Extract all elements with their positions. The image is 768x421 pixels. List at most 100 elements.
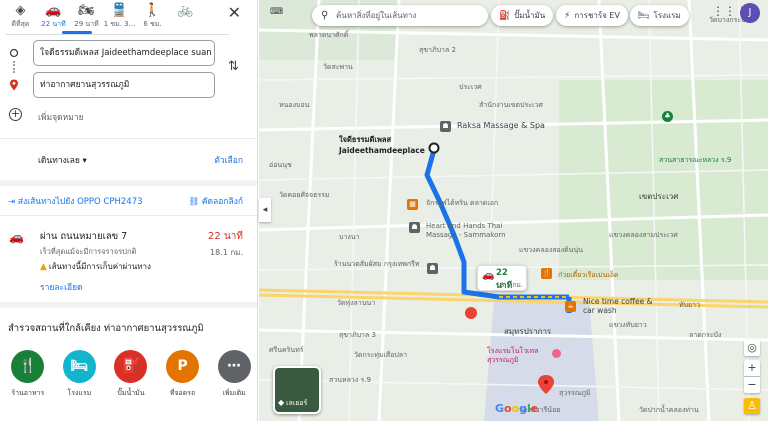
category-label: ร้านอาหาร (11, 389, 45, 397)
mode-label: ดีที่สุด (11, 20, 30, 28)
cafe-icon[interactable]: ☕ (565, 301, 576, 312)
route-via: ผ่าน ถนนหมายเลข 7 (40, 231, 128, 242)
layers-button[interactable]: ◆ เลเยอร์ (273, 366, 321, 414)
park-label: สวนสาธารณะหลวง ร.9 (659, 156, 732, 164)
chip-hotel[interactable]: 🛏 โรงแรม (630, 5, 689, 26)
mode-transit[interactable]: 🚆 1 ชม. 3... (103, 3, 136, 30)
mode-motorcycle[interactable]: 🏍 29 นาที (70, 3, 103, 30)
zoom-in-button[interactable]: + (744, 360, 760, 376)
poi-label[interactable]: ก๋วยเตี๋ยวเรือเม่นเอ็ด (558, 270, 619, 281)
minus-icon: − (747, 378, 757, 391)
route-card[interactable]: 🚗 ผ่าน ถนนหมายเลข 7 22 นาที เร็วที่สุดแม… (0, 224, 257, 296)
car-icon: 🚗 (9, 230, 24, 244)
poi-label[interactable]: จักรไฟได้หริน ตลาดเอก (426, 198, 498, 209)
pegman-icon: ♙ (747, 399, 757, 412)
chip-label: การชาร์จ EV (574, 11, 620, 20)
divider (0, 138, 257, 139)
directions-icon: ◈ (15, 3, 26, 18)
hotel-icon: 🛏 (638, 11, 650, 21)
shop-icon[interactable]: ▦ (407, 199, 418, 210)
destination-input[interactable]: ท่าอากาศยานสุวรรณภูมิ (33, 72, 215, 98)
mode-walk[interactable]: 🚶 6 ชม. (136, 3, 169, 30)
route-details-link[interactable]: รายละเอียด (40, 280, 83, 294)
route-duration-callout[interactable]: 🚗 22 นาที 18.1 กม. (477, 265, 527, 291)
zoom-out-button[interactable]: − (744, 377, 760, 393)
poi-heart-and-hands[interactable]: Heart and Hands Thai Massage - Sammakorn (426, 222, 516, 240)
temple-label: วัดกระทุ่มเสือปลา (354, 351, 407, 359)
plus-icon: + (9, 107, 22, 121)
map-canvas[interactable]: 🚗 22 นาที 18.1 กม. ใจดีธรรมดีเพลส Jaideet… (259, 0, 768, 421)
close-icon[interactable]: ✕ (228, 3, 241, 22)
area-label: บางนา (339, 233, 360, 241)
mode-bicycle[interactable]: 🚲 (169, 3, 202, 19)
park-icon[interactable]: ♣ (662, 111, 673, 122)
chip-label: โรงแรม (653, 11, 681, 20)
poi-raksa-massage[interactable]: Raksa Massage & Spa (457, 121, 545, 130)
travel-mode-bar: ◈ ดีที่สุด 🚗 22 นาที 🏍 29 นาที 🚆 1 ชม. 3… (0, 0, 257, 34)
options-link[interactable]: ตัวเลือก (214, 153, 243, 167)
avatar[interactable]: J (740, 3, 760, 23)
my-location-button[interactable]: ◎ (744, 340, 760, 356)
nearby-categories: 🍴 ร้านอาหาร 🛏 โรงแรม ⛽ ปั๊มน้ำมัน P ที่จ… (0, 350, 257, 420)
car-icon: 🚗 (45, 3, 62, 18)
walk-icon: 🚶 (144, 3, 161, 18)
depart-now-dropdown[interactable]: เดินทางเลย ▾ (38, 153, 87, 167)
category-gas-station[interactable]: ⛽ ปั๊มน้ำมัน (107, 350, 155, 420)
area-label: สำนักงานเขตประเวศ (479, 101, 543, 109)
area-label: แขวงคลองสองต้นนุ่น (519, 246, 584, 254)
car-icon: 🚗 (482, 270, 495, 281)
chip-ev-charging[interactable]: ⚡ การชาร์จ EV (556, 5, 628, 26)
spa-icon[interactable]: ☗ (409, 222, 420, 233)
transit-icon: 🚆 (111, 3, 128, 18)
copy-link-button[interactable]: ⛓ คัดลอกลิงก์ (188, 194, 243, 208)
send-to-device-link[interactable]: ⇥ ส่งเส้นทางไปยัง OPPO CPH2473 (8, 194, 143, 208)
send-row: ⇥ ส่งเส้นทางไปยัง OPPO CPH2473 ⛓ คัดลอกล… (0, 193, 257, 209)
temple-label: วัดทุ่งลานนา (337, 299, 376, 307)
route-subtitle: เร็วที่สุดแม้จะมีการจราจรปกติ (40, 247, 137, 256)
street-view-pegman[interactable]: ♙ (744, 398, 760, 414)
category-parking[interactable]: P ที่จอดรถ (159, 350, 207, 420)
area-label: ทับยาว (679, 301, 701, 309)
origin-map-label-text: Jaideethamdeeplace (339, 146, 425, 155)
collapse-panel-button[interactable]: ◂ (259, 198, 271, 222)
origin-circle-icon (9, 48, 19, 58)
gas-station-icon: ⛽ (114, 350, 148, 383)
keyboard-icon[interactable]: ⌨ (270, 7, 290, 21)
area-label: สุวรรณภูมิ (559, 389, 591, 397)
area-label: สมุทรปราการ (504, 327, 552, 336)
spa-icon[interactable]: ☗ (440, 121, 451, 132)
origin-map-label: ใจดีธรรมดีเพลส Jaideethamdeeplace (339, 134, 425, 155)
category-restaurant[interactable]: 🍴 ร้านอาหาร (4, 350, 52, 420)
spa-icon[interactable]: ☗ (427, 263, 438, 274)
origin-input[interactable]: ใจดีธรรมดีเพลส Jaideethamdeeplace suan (33, 40, 215, 66)
link-icon: ⛓ (188, 197, 202, 207)
directions-panel: ◈ ดีที่สุด 🚗 22 นาที 🏍 29 นาที 🚆 1 ชม. 3… (0, 0, 258, 421)
bicycle-icon: 🚲 (177, 3, 194, 18)
search-along-route[interactable]: ⚲ ค้นหาสิ่งที่อยู่ในเส้นทาง (312, 5, 488, 26)
location-icon: ◎ (747, 341, 757, 354)
category-more[interactable]: ⋯ เพิ่มเติม (210, 350, 257, 420)
poi-label[interactable]: ร้านนวดสัมผัสม กรุงเทพกรีท (334, 260, 424, 269)
add-destination-row[interactable]: + เพิ่มจุดหมาย (0, 106, 257, 126)
area-label: แขวงทับยาว (609, 321, 647, 329)
poi-novotel[interactable]: โรงแรมโนโวเทล สุวรรณภูมิ (487, 347, 559, 365)
mode-label: 1 ชม. 3... (103, 20, 136, 28)
category-hotel[interactable]: 🛏 โรงแรม (56, 350, 104, 420)
divider (0, 215, 257, 216)
callout-distance: 18.1 กม. (496, 281, 523, 289)
route-duration: 22 นาที (208, 231, 243, 242)
poi-nice-time-coffee[interactable]: Nice time coffee & car wash (583, 297, 663, 315)
origin-map-label-text: ใจดีธรรมดีเพลส (339, 135, 392, 144)
category-label: ปั๊มน้ำมัน (117, 389, 145, 397)
restaurant-icon[interactable]: 🍴 (541, 268, 552, 279)
mode-label: 29 นาที (74, 20, 99, 28)
mode-best[interactable]: ◈ ดีที่สุด (4, 3, 37, 30)
chip-gas-station[interactable]: ⛽ ปั๊มน้ำมัน (491, 5, 554, 26)
area-label: แขวงคลองสามประเวศ (609, 231, 678, 239)
mode-car[interactable]: 🚗 22 นาที (37, 3, 70, 30)
area-label: สวนหลวง ร.9 (329, 376, 371, 384)
explore-nearby-title: สำรวจสถานที่ใกล้เคียง ท่าอากาศยานสุวรรณภ… (8, 323, 204, 334)
send-icon: ⇥ (8, 197, 18, 207)
area-label: สุขาภิบาล 3 (339, 331, 376, 339)
origin-row: ใจดีธรรมดีเพลส Jaideethamdeeplace suan (0, 40, 257, 66)
